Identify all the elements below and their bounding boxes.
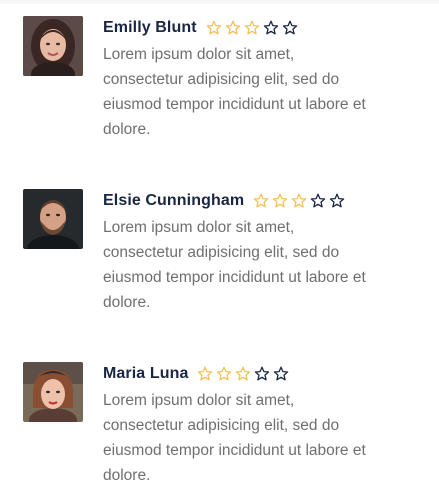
star-rating [197, 366, 289, 382]
top-divider [0, 0, 439, 4]
star-empty-icon [282, 20, 297, 35]
star-rating [253, 193, 345, 209]
review-text: Lorem ipsum dolor sit amet, consectetur … [103, 392, 366, 484]
star-empty-icon [255, 366, 270, 381]
reviewer-photo [23, 362, 83, 422]
star-filled-icon [206, 20, 221, 35]
star-rating [206, 20, 298, 36]
review-text: Lorem ipsum dolor sit amet, consectetur … [103, 219, 366, 311]
star-filled-icon [198, 366, 213, 381]
star-empty-icon [263, 20, 278, 35]
star-filled-icon [291, 193, 307, 208]
reviewer-photo [23, 189, 83, 249]
star-filled-icon [236, 366, 251, 381]
star-filled-icon [253, 193, 269, 208]
avatar [23, 16, 83, 76]
star-filled-icon [244, 20, 259, 35]
star-empty-icon [274, 366, 289, 381]
avatar [23, 362, 83, 422]
reviewer-name: Maria Luna [103, 365, 189, 382]
star-filled-icon [217, 366, 232, 381]
star-filled-icon [272, 193, 288, 208]
reviewer-photo [23, 16, 83, 76]
avatar [23, 189, 83, 249]
review-text: Lorem ipsum dolor sit amet, consectetur … [103, 46, 366, 138]
reviewer-name: Emilly Blunt [103, 19, 197, 36]
star-empty-icon [329, 193, 345, 208]
star-empty-icon [310, 193, 326, 208]
star-filled-icon [225, 20, 240, 35]
reviewer-name: Elsie Cunningham [103, 192, 245, 209]
